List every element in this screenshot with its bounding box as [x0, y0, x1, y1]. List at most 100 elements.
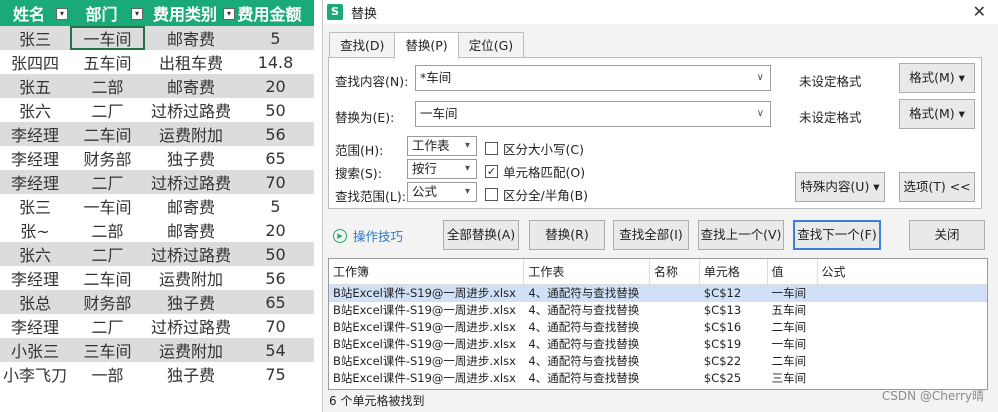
cell[interactable]: 二厂 — [70, 98, 145, 122]
close-button[interactable]: 关闭 — [909, 220, 985, 250]
cell[interactable]: 过桥过路费 — [145, 242, 237, 266]
cell[interactable]: 5 — [237, 26, 314, 50]
special-content-button[interactable]: 特殊内容(U) ▾ — [795, 172, 885, 202]
cell[interactable]: 财务部 — [70, 146, 145, 170]
column-header-workbook[interactable]: 工作簿 — [329, 259, 525, 284]
cell[interactable]: 张三 — [0, 26, 70, 50]
replace-all-button[interactable]: 全部替换(A) — [443, 220, 519, 250]
cell[interactable]: 李经理 — [0, 314, 70, 338]
cell[interactable]: 56 — [237, 122, 314, 146]
result-row[interactable]: B站Excel课件-S19@一周进步.xlsx 4、通配符与查找替换 $C$13 五车… — [329, 302, 987, 319]
result-row[interactable]: B站Excel课件-S19@一周进步.xlsx 4、通配符与查找替换 $C$22 二车… — [329, 353, 987, 370]
header-cell-amount[interactable]: 费用金额 — [237, 0, 314, 26]
active-cell[interactable]: 一车间 — [70, 26, 145, 50]
cell[interactable]: 70 — [237, 170, 314, 194]
cell[interactable]: 14.8 — [237, 50, 314, 74]
cell[interactable]: 75 — [237, 362, 314, 386]
cell[interactable]: 独子费 — [145, 290, 237, 314]
column-header-sheet[interactable]: 工作表 — [524, 259, 650, 284]
cell[interactable]: 运费附加 — [145, 266, 237, 290]
find-format-button[interactable]: 格式(M) ▾ — [899, 63, 975, 93]
cell[interactable]: 二车间 — [70, 122, 145, 146]
result-row[interactable]: B站Excel课件-S19@一周进步.xlsx 4、通配符与查找替换 $C$12 一车… — [329, 285, 987, 302]
cell[interactable]: 三车间 — [70, 338, 145, 362]
header-cell-dept[interactable]: 部门 ▾ — [70, 0, 145, 26]
cell[interactable]: 5 — [237, 194, 314, 218]
column-header-value[interactable]: 值 — [768, 259, 818, 284]
cell[interactable]: 邮寄费 — [145, 74, 237, 98]
cell[interactable]: 邮寄费 — [145, 194, 237, 218]
cell[interactable]: 李经理 — [0, 146, 70, 170]
cell[interactable]: 50 — [237, 242, 314, 266]
chevron-down-icon[interactable]: ∨ — [757, 102, 764, 126]
cell[interactable]: 56 — [237, 266, 314, 290]
cell[interactable]: 二车间 — [70, 266, 145, 290]
cell[interactable]: 张六 — [0, 98, 70, 122]
tab-replace[interactable]: 替换(P) — [394, 32, 459, 59]
checkbox-box-icon[interactable] — [485, 188, 498, 201]
replace-format-button[interactable]: 格式(M) ▾ — [899, 99, 975, 129]
cell[interactable]: 65 — [237, 146, 314, 170]
header-cell-category[interactable]: 费用类别 ▾ — [145, 0, 237, 26]
cell[interactable]: 李经理 — [0, 266, 70, 290]
cell[interactable]: 过桥过路费 — [145, 314, 237, 338]
options-button[interactable]: 选项(T) << — [899, 172, 975, 202]
scope-select[interactable]: 工作表 ▾ — [407, 136, 477, 156]
tab-find[interactable]: 查找(D) — [329, 32, 396, 58]
cell[interactable]: 50 — [237, 98, 314, 122]
find-input[interactable]: *车间 ∨ — [415, 65, 771, 91]
cell[interactable]: 小张三 — [0, 338, 70, 362]
cell[interactable]: 张六 — [0, 242, 70, 266]
cell[interactable]: 二厂 — [70, 170, 145, 194]
match-width-checkbox[interactable]: 区分全/半角(B) — [485, 185, 588, 204]
result-row[interactable]: B站Excel课件-S19@一周进步.xlsx 4、通配符与查找替换 $C$25 三车… — [329, 370, 987, 387]
cell[interactable]: 二厂 — [70, 314, 145, 338]
cell[interactable]: 邮寄费 — [145, 218, 237, 242]
replace-button[interactable]: 替换(R) — [529, 220, 605, 250]
column-header-cell[interactable]: 单元格 — [700, 259, 768, 284]
cell[interactable]: 五车间 — [70, 50, 145, 74]
match-case-checkbox[interactable]: 区分大小写(C) — [485, 139, 584, 158]
filter-dropdown-icon[interactable]: ▾ — [56, 8, 68, 20]
cell[interactable]: 20 — [237, 218, 314, 242]
tab-goto[interactable]: 定位(G) — [457, 32, 525, 58]
dropdown-arrow-icon[interactable]: ▾ — [465, 137, 470, 155]
cell[interactable]: 张五 — [0, 74, 70, 98]
header-cell-name[interactable]: 姓名 ▾ — [0, 0, 70, 26]
cell[interactable]: 70 — [237, 314, 314, 338]
cell[interactable]: 运费附加 — [145, 122, 237, 146]
filter-dropdown-icon[interactable]: ▾ — [223, 8, 235, 20]
cell[interactable]: 20 — [237, 74, 314, 98]
replace-input[interactable]: 一车间 ∨ — [415, 101, 771, 127]
cell[interactable]: 出租车费 — [145, 50, 237, 74]
cell[interactable]: 张~ — [0, 218, 70, 242]
cell[interactable]: 运费附加 — [145, 338, 237, 362]
cell[interactable]: 一部 — [70, 362, 145, 386]
cell[interactable]: 李经理 — [0, 170, 70, 194]
cell[interactable]: 二厂 — [70, 242, 145, 266]
result-row[interactable]: B站Excel课件-S19@一周进步.xlsx 4、通配符与查找替换 $C$19 一车… — [329, 336, 987, 353]
title-bar[interactable]: S 替换 — [323, 0, 998, 24]
checkmark-icon[interactable]: ✓ — [485, 165, 498, 178]
cell[interactable]: 财务部 — [70, 290, 145, 314]
find-previous-button[interactable]: 查找上一个(V) — [698, 220, 784, 250]
search-select[interactable]: 按行 ▾ — [407, 159, 477, 179]
checkbox-box-icon[interactable] — [485, 142, 498, 155]
cell[interactable]: 二部 — [70, 218, 145, 242]
cell[interactable]: 过桥过路费 — [145, 170, 237, 194]
results-list[interactable]: 工作簿 工作表 名称 单元格 值 公式 B站Excel课件-S19@一周进步.x… — [328, 258, 988, 390]
cell[interactable]: 张四四 — [0, 50, 70, 74]
cell[interactable]: 54 — [237, 338, 314, 362]
cell[interactable]: 一车间 — [70, 194, 145, 218]
tips-link[interactable]: ▶ 操作技巧 — [333, 226, 403, 245]
cell[interactable]: 邮寄费 — [145, 26, 237, 50]
cell[interactable]: 小李飞刀 — [0, 362, 70, 386]
dropdown-arrow-icon[interactable]: ▾ — [465, 183, 470, 201]
cell[interactable]: 张三 — [0, 194, 70, 218]
column-header-formula[interactable]: 公式 — [818, 259, 987, 284]
close-icon[interactable]: ✕ — [973, 2, 986, 21]
cell[interactable]: 独子费 — [145, 146, 237, 170]
dropdown-arrow-icon[interactable]: ▾ — [465, 160, 470, 178]
cell[interactable]: 李经理 — [0, 122, 70, 146]
lookin-select[interactable]: 公式 ▾ — [407, 182, 477, 202]
